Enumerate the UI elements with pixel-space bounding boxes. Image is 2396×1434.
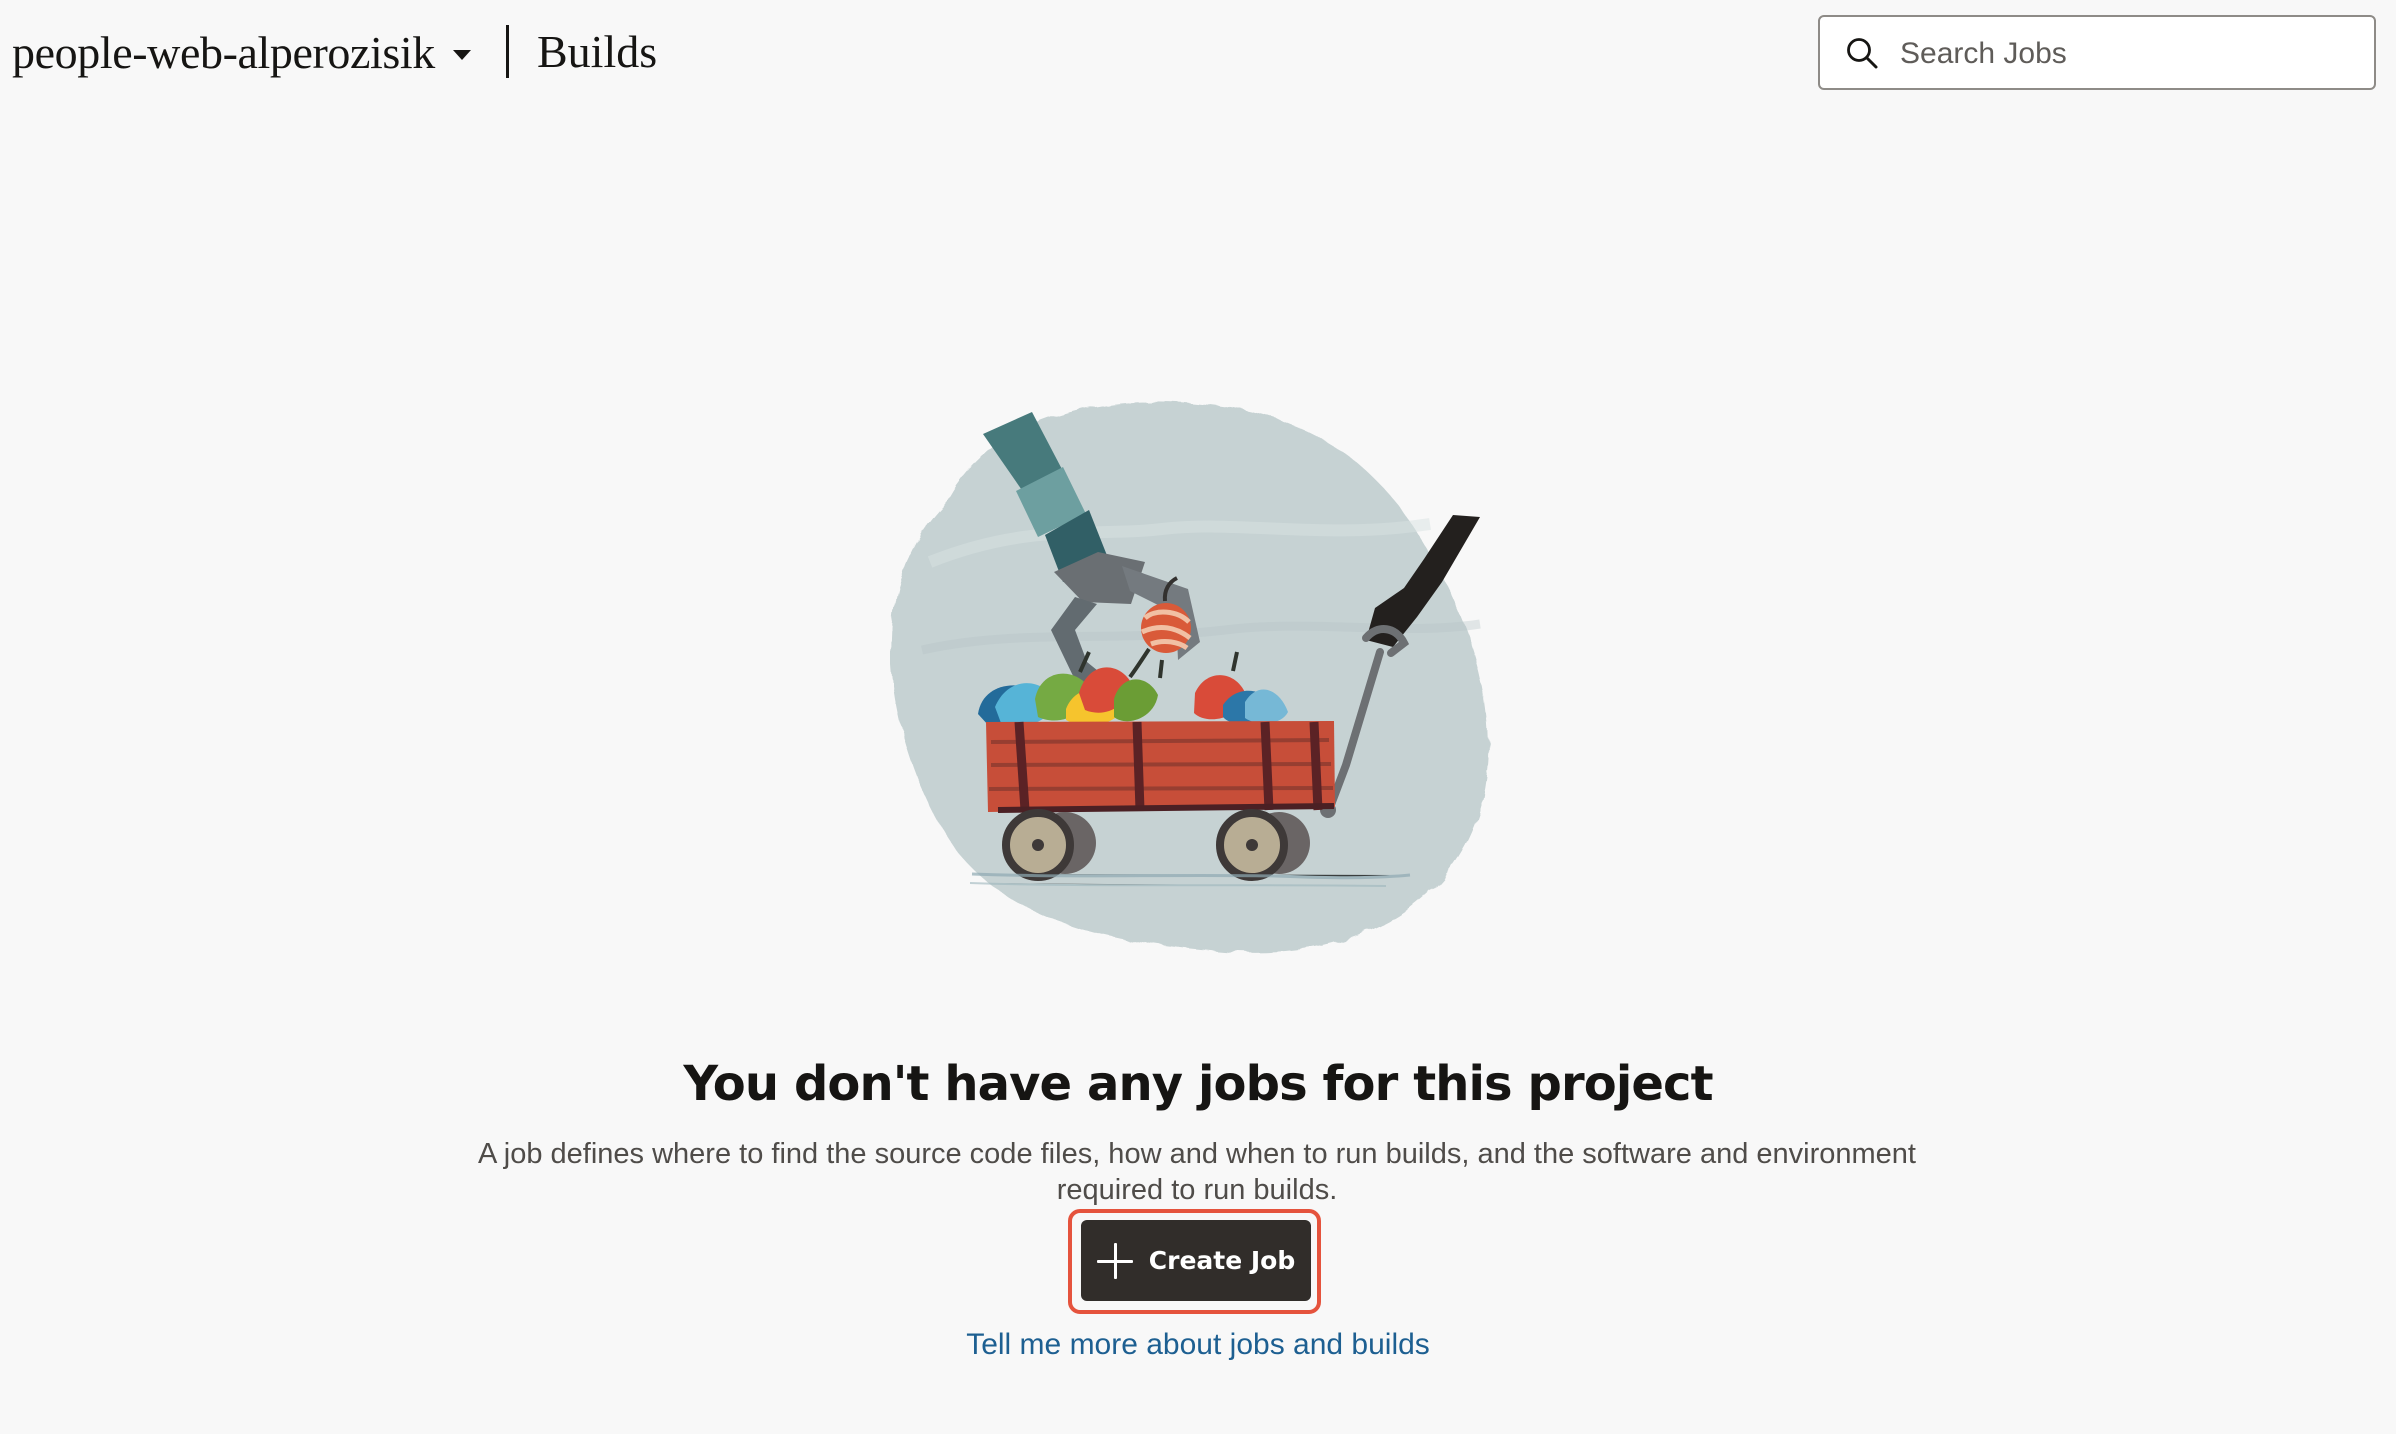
- search-input[interactable]: [1898, 27, 2357, 81]
- empty-state-description: A job defines where to find the source c…: [477, 1138, 1916, 1206]
- search-icon: [1847, 38, 1878, 69]
- create-job-label: Create Job: [1148, 1246, 1296, 1275]
- search-jobs-box[interactable]: [1818, 15, 2376, 90]
- builds-page: people-web-alperozisik Builds Search Job…: [0, 0, 2396, 1434]
- create-job-button[interactable]: Create Job: [1081, 1220, 1311, 1301]
- empty-state-title: You don't have any jobs for this project: [683, 1056, 1713, 1113]
- project-name: people-web-alperozisik: [12, 27, 435, 78]
- empty-jobs-illustration: [890, 400, 1489, 953]
- project-switcher[interactable]: people-web-alperozisik: [12, 22, 471, 84]
- learn-more-link[interactable]: Tell me more about jobs and builds: [0, 1325, 2396, 1365]
- plus-icon: [1096, 1242, 1133, 1279]
- chevron-down-icon: [452, 50, 471, 60]
- page-title: Builds: [537, 26, 658, 77]
- page-header: people-web-alperozisik Builds: [0, 0, 2396, 108]
- header-divider: [506, 25, 509, 78]
